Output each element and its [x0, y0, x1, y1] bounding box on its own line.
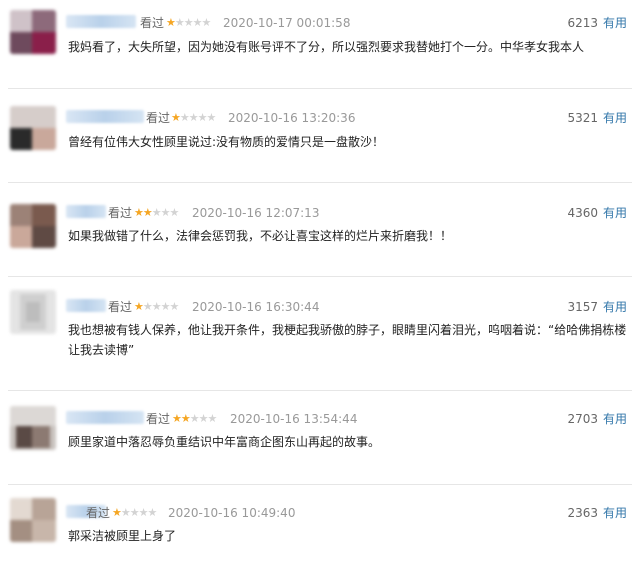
- useful-count: 6213: [567, 16, 598, 30]
- useful-button[interactable]: 有用: [603, 16, 627, 30]
- avatar[interactable]: [10, 290, 56, 334]
- useful-count: 4360: [567, 206, 598, 220]
- username[interactable]: [66, 299, 106, 312]
- username[interactable]: [66, 15, 136, 28]
- review-item: 看过 ★★★★★ 2020-10-17 00:01:58 6213 有用 我妈看…: [0, 0, 640, 90]
- review-date: 2020-10-16 10:49:40: [168, 506, 296, 520]
- review-text: 顾里家道中落忍辱负重结识中年富商企图东山再起的故事。: [68, 435, 381, 449]
- rating-stars: ★★★★★: [171, 111, 216, 124]
- divider: [8, 88, 632, 89]
- review-item: 看过 ★★★★★ 2020-10-16 12:07:13 4360 有用 如果我…: [0, 184, 640, 276]
- watched-label: 看过: [146, 111, 171, 125]
- avatar[interactable]: [10, 106, 56, 150]
- rating-stars: ★★★★★: [134, 206, 179, 219]
- useful-count: 3157: [567, 300, 598, 314]
- divider: [8, 484, 632, 485]
- rating-stars: ★★★★★: [166, 16, 211, 29]
- divider: [8, 182, 632, 183]
- watched-label: 看过: [146, 412, 171, 426]
- review-item: 看过 ★★★★★ 2020-10-16 10:49:40 2363 有用 郭采洁…: [0, 486, 640, 567]
- useful-button[interactable]: 有用: [603, 300, 627, 314]
- rating-stars: ★★★★★: [134, 300, 179, 313]
- review-text: 我也想被有钱人保养，他让我开条件，我梗起我骄傲的脖子，眼睛里闪着泪光，呜咽着说：…: [68, 323, 627, 357]
- username[interactable]: [66, 205, 106, 218]
- useful-button[interactable]: 有用: [603, 206, 627, 220]
- watched-label: 看过: [108, 300, 133, 314]
- useful-count: 2363: [567, 506, 598, 520]
- rating-stars: ★★★★★: [172, 412, 217, 425]
- review-date: 2020-10-16 13:20:36: [228, 111, 356, 125]
- review-item: 看过 ★★★★★ 2020-10-16 13:54:44 2703 有用 顾里家…: [0, 392, 640, 484]
- username[interactable]: [66, 411, 144, 424]
- review-text: 曾经有位伟大女性顾里说过:没有物质的爱情只是一盘散沙！: [68, 135, 385, 149]
- review-text: 郭采洁被顾里上身了: [68, 529, 177, 543]
- review-date: 2020-10-16 16:30:44: [192, 300, 320, 314]
- review-text: 我妈看了，大失所望，因为她没有账号评不了分，所以强烈要求我替她打个一分。中华孝女…: [68, 40, 585, 54]
- useful-button[interactable]: 有用: [603, 506, 627, 520]
- review-date: 2020-10-16 13:54:44: [230, 412, 358, 426]
- useful-count: 5321: [567, 111, 598, 125]
- review-date: 2020-10-17 00:01:58: [223, 16, 351, 30]
- watched-label: 看过: [108, 206, 133, 220]
- avatar[interactable]: [10, 10, 56, 54]
- rating-stars: ★★★★★: [112, 506, 157, 519]
- review-item: 看过 ★★★★★ 2020-10-16 16:30:44 3157 有用 我也想…: [0, 278, 640, 388]
- avatar[interactable]: [10, 498, 56, 542]
- watched-label: 看过: [140, 16, 165, 30]
- review-item: 看过 ★★★★★ 2020-10-16 13:20:36 5321 有用 曾经有…: [0, 90, 640, 182]
- divider: [8, 276, 632, 277]
- useful-count: 2703: [567, 412, 598, 426]
- divider: [8, 390, 632, 391]
- review-date: 2020-10-16 12:07:13: [192, 206, 320, 220]
- avatar[interactable]: [10, 406, 56, 450]
- useful-button[interactable]: 有用: [603, 111, 627, 125]
- review-text: 如果我做错了什么，法律会惩罚我，不必让喜宝这样的烂片来折磨我！！: [68, 229, 453, 243]
- useful-button[interactable]: 有用: [603, 412, 627, 426]
- avatar[interactable]: [10, 204, 56, 248]
- watched-label: 看过: [86, 506, 111, 520]
- username[interactable]: [66, 110, 144, 123]
